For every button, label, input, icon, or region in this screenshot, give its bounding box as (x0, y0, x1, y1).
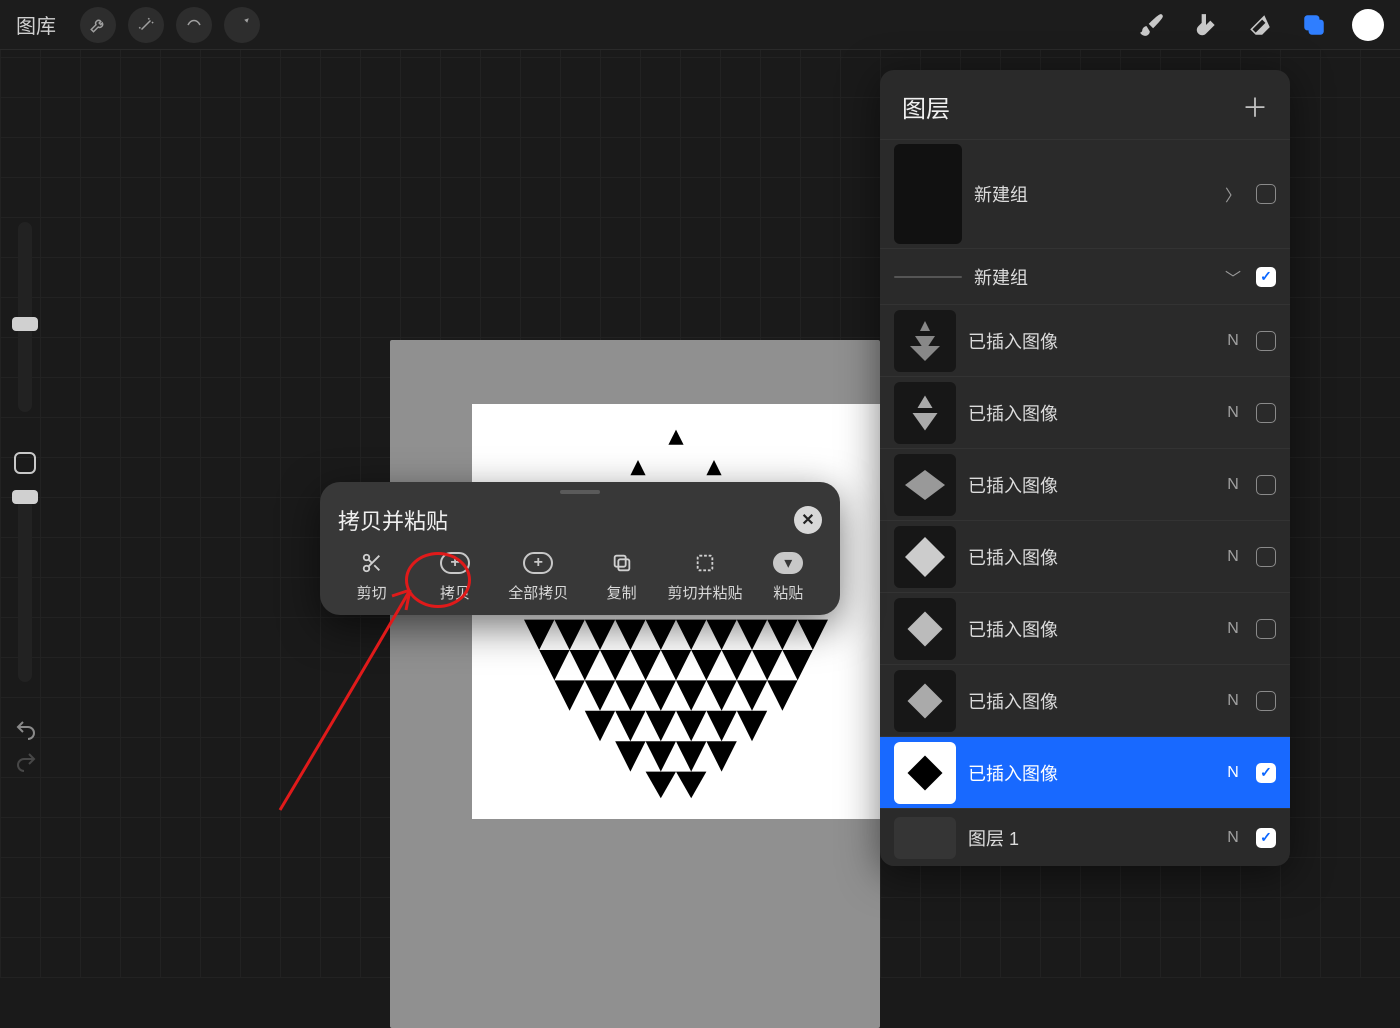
copy-all-icon: + (523, 552, 553, 574)
selection-icon[interactable] (176, 7, 212, 43)
blend-mode-indicator[interactable]: N (1222, 476, 1244, 494)
brush-icon[interactable] (1136, 9, 1168, 41)
brush-size-thumb[interactable] (12, 317, 38, 331)
layer-thumbnail (894, 310, 956, 372)
visibility-checkbox[interactable] (1256, 475, 1276, 495)
layers-list[interactable]: 新建组 〉 新建组 ﹀ 已插入图像 N 已插入图像 N 已插入图像 N (880, 139, 1290, 866)
layer-name: 已插入图像 (968, 616, 1210, 642)
blend-mode-indicator[interactable]: N (1222, 548, 1244, 566)
layer-row[interactable]: 已插入图像 N (880, 304, 1290, 376)
copy-icon: + (440, 552, 470, 574)
smudge-icon[interactable] (1190, 9, 1222, 41)
chevron-right-icon[interactable]: 〉 (1222, 182, 1244, 206)
cut-paste-icon (690, 552, 720, 574)
visibility-checkbox[interactable] (1256, 763, 1276, 783)
artboard (390, 340, 880, 1028)
blend-mode-indicator[interactable]: N (1222, 404, 1244, 422)
group-name: 新建组 (974, 181, 1210, 207)
layer-thumbnail (894, 526, 956, 588)
layer-thumbnail (894, 742, 956, 804)
action-label: 全部拷贝 (508, 582, 568, 603)
action-label: 剪切并粘贴 (667, 582, 742, 603)
wrench-icon[interactable] (80, 7, 116, 43)
opacity-slider[interactable] (18, 492, 32, 682)
scissors-icon (357, 552, 387, 574)
layers-panel-title: 图层 (902, 89, 950, 124)
blend-mode-indicator[interactable]: N (1222, 764, 1244, 782)
layer-name: 已插入图像 (968, 544, 1210, 570)
cut-button[interactable]: 剪切 (334, 552, 410, 603)
modifier-button[interactable] (14, 452, 36, 474)
paste-button[interactable]: ▾ 粘贴 (750, 552, 826, 603)
visibility-checkbox[interactable] (1256, 331, 1276, 351)
duplicate-icon (607, 552, 637, 574)
transform-arrow-icon[interactable] (224, 7, 260, 43)
action-label: 复制 (607, 582, 637, 603)
layer-group-row[interactable]: 新建组 ﹀ (880, 248, 1290, 304)
close-icon[interactable]: ✕ (794, 506, 822, 534)
layer-name: 已插入图像 (968, 328, 1210, 354)
duplicate-button[interactable]: 复制 (584, 552, 660, 603)
action-label: 剪切 (357, 582, 387, 603)
blend-mode-indicator[interactable]: N (1222, 829, 1244, 847)
wand-icon[interactable] (128, 7, 164, 43)
visibility-checkbox[interactable] (1256, 184, 1276, 204)
layer-row[interactable]: 图层 1 N (880, 808, 1290, 866)
layer-name: 已插入图像 (968, 400, 1210, 426)
group-name: 新建组 (974, 264, 1210, 290)
visibility-checkbox[interactable] (1256, 547, 1276, 567)
group-collapse-handle (894, 276, 962, 278)
blend-mode-indicator[interactable]: N (1222, 332, 1244, 350)
layer-thumbnail (894, 670, 956, 732)
visibility-checkbox[interactable] (1256, 619, 1276, 639)
layers-panel: 图层 ＋ 新建组 〉 新建组 ﹀ 已插入图像 N 已插入图像 (880, 70, 1290, 866)
layer-thumbnail (894, 454, 956, 516)
side-control-strip (10, 222, 40, 782)
action-label: 拷贝 (440, 582, 470, 603)
group-thumbnail (894, 144, 962, 244)
layer-row[interactable]: 已插入图像 N (880, 448, 1290, 520)
blend-mode-indicator[interactable]: N (1222, 692, 1244, 710)
copy-paste-popover: 拷贝并粘贴 ✕ 剪切 + 拷贝 + 全部拷贝 复制 (320, 482, 840, 615)
layer-thumbnail (894, 382, 956, 444)
layer-thumbnail (894, 598, 956, 660)
add-layer-button[interactable]: ＋ (1242, 88, 1268, 125)
visibility-checkbox[interactable] (1256, 828, 1276, 848)
layer-name: 已插入图像 (968, 472, 1210, 498)
eraser-icon[interactable] (1244, 9, 1276, 41)
layer-row[interactable]: 已插入图像 N (880, 592, 1290, 664)
layer-name: 已插入图像 (968, 760, 1210, 786)
paste-icon: ▾ (773, 552, 803, 574)
top-toolbar: 图库 (0, 0, 1400, 50)
visibility-checkbox[interactable] (1256, 267, 1276, 287)
gallery-button[interactable]: 图库 (16, 10, 56, 39)
undo-icon[interactable] (14, 718, 40, 744)
popover-title: 拷贝并粘贴 (338, 504, 448, 536)
cut-paste-button[interactable]: 剪切并粘贴 (667, 552, 743, 603)
layer-name: 图层 1 (968, 825, 1210, 851)
color-swatch[interactable] (1352, 9, 1384, 41)
chevron-down-icon[interactable]: ﹀ (1222, 265, 1244, 289)
layer-row[interactable]: 已插入图像 N (880, 736, 1290, 808)
visibility-checkbox[interactable] (1256, 691, 1276, 711)
copy-button[interactable]: + 拷贝 (417, 552, 493, 603)
layer-row[interactable]: 已插入图像 N (880, 664, 1290, 736)
copy-all-button[interactable]: + 全部拷贝 (500, 552, 576, 603)
action-label: 粘贴 (773, 582, 803, 603)
layers-icon[interactable] (1298, 9, 1330, 41)
layer-row[interactable]: 已插入图像 N (880, 376, 1290, 448)
layer-thumbnail (894, 817, 956, 859)
layer-name: 已插入图像 (968, 688, 1210, 714)
layer-row[interactable]: 已插入图像 N (880, 520, 1290, 592)
redo-icon[interactable] (14, 750, 40, 776)
opacity-thumb[interactable] (12, 490, 38, 504)
layer-group-row[interactable]: 新建组 〉 (880, 139, 1290, 248)
visibility-checkbox[interactable] (1256, 403, 1276, 423)
blend-mode-indicator[interactable]: N (1222, 620, 1244, 638)
